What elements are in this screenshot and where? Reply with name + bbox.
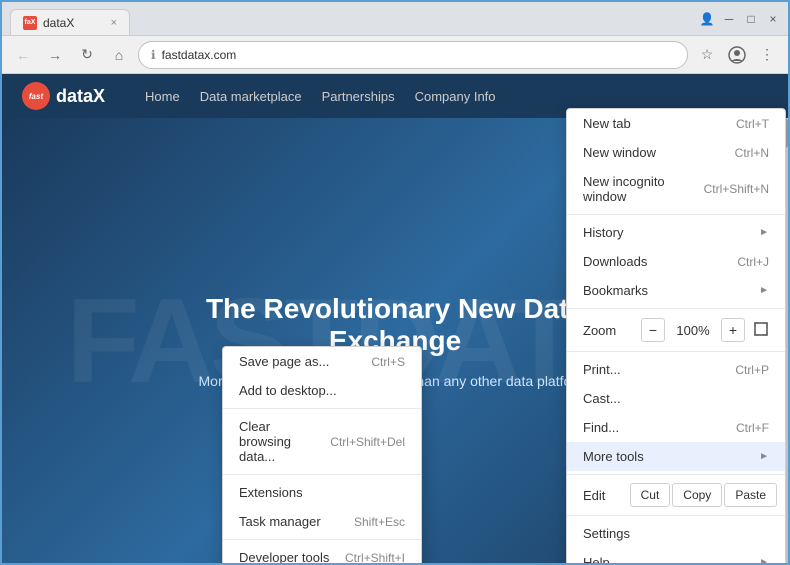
home-button[interactable]: ⌂ bbox=[106, 42, 132, 68]
nav-data-marketplace[interactable]: Data marketplace bbox=[200, 89, 302, 104]
sub-menu-divider-3 bbox=[223, 539, 421, 540]
menu-settings[interactable]: Settings bbox=[567, 519, 785, 548]
menu-divider-5 bbox=[567, 515, 785, 516]
nav-company-info[interactable]: Company Info bbox=[415, 89, 496, 104]
address-bar[interactable]: ℹ fastdatax.com bbox=[138, 41, 688, 69]
zoom-minus-button[interactable]: − bbox=[641, 318, 665, 342]
account-circle[interactable] bbox=[724, 42, 750, 68]
minimize-button[interactable]: ─ bbox=[722, 12, 736, 26]
chrome-menu-button[interactable]: ⋮ bbox=[754, 42, 780, 68]
tab-title: dataX bbox=[43, 16, 74, 30]
toolbar-right: ☆ ⋮ bbox=[694, 42, 780, 68]
reload-button[interactable]: ↻ bbox=[74, 42, 100, 68]
submenu-save-page[interactable]: Save page as... Ctrl+S bbox=[223, 347, 421, 376]
sub-menu-divider-2 bbox=[223, 474, 421, 475]
logo-text: dataX bbox=[56, 86, 105, 107]
menu-find[interactable]: Find... Ctrl+F bbox=[567, 413, 785, 442]
nav-partnerships[interactable]: Partnerships bbox=[322, 89, 395, 104]
lock-icon: ℹ bbox=[151, 48, 156, 62]
maximize-button[interactable]: □ bbox=[744, 12, 758, 26]
menu-new-window[interactable]: New window Ctrl+N bbox=[567, 138, 785, 167]
menu-new-tab[interactable]: New tab Ctrl+T bbox=[567, 109, 785, 138]
zoom-plus-button[interactable]: + bbox=[721, 318, 745, 342]
copy-button[interactable]: Copy bbox=[672, 483, 722, 507]
sub-menu-divider-1 bbox=[223, 408, 421, 409]
forward-button[interactable]: → bbox=[42, 42, 68, 68]
menu-downloads[interactable]: Downloads Ctrl+J bbox=[567, 247, 785, 276]
more-tools-submenu[interactable]: Save page as... Ctrl+S Add to desktop...… bbox=[222, 346, 422, 563]
title-bar: faX dataX × 👤 ─ □ × bbox=[2, 2, 788, 36]
submenu-developer-tools[interactable]: Developer tools Ctrl+Shift+I bbox=[223, 543, 421, 563]
menu-edit-row: Edit Cut Copy Paste bbox=[567, 478, 785, 512]
website-content: fast dataX Home Data marketplace Partner… bbox=[2, 74, 788, 563]
nav-home[interactable]: Home bbox=[145, 89, 180, 104]
zoom-value: 100% bbox=[673, 323, 713, 338]
account-icon[interactable]: 👤 bbox=[700, 12, 714, 26]
browser-window: faX dataX × 👤 ─ □ × ← → ↻ ⌂ ℹ fastdatax.… bbox=[0, 0, 790, 565]
close-button[interactable]: × bbox=[766, 12, 780, 26]
browser-toolbar: ← → ↻ ⌂ ℹ fastdatax.com ☆ ⋮ bbox=[2, 36, 788, 74]
menu-zoom-row: Zoom − 100% + bbox=[567, 312, 785, 348]
menu-print[interactable]: Print... Ctrl+P bbox=[567, 355, 785, 384]
menu-cast[interactable]: Cast... bbox=[567, 384, 785, 413]
menu-help[interactable]: Help ► bbox=[567, 548, 785, 563]
menu-bookmarks[interactable]: Bookmarks ► bbox=[567, 276, 785, 305]
nav-links: Home Data marketplace Partnerships Compa… bbox=[145, 89, 496, 104]
paste-button[interactable]: Paste bbox=[724, 483, 777, 507]
submenu-clear-browsing[interactable]: Clear browsing data... Ctrl+Shift+Del bbox=[223, 412, 421, 471]
submenu-add-to-desktop[interactable]: Add to desktop... bbox=[223, 376, 421, 405]
tab-area: faX dataX × bbox=[10, 2, 694, 35]
zoom-fullscreen-button[interactable] bbox=[753, 321, 769, 340]
menu-divider-3 bbox=[567, 351, 785, 352]
tab-close-button[interactable]: × bbox=[111, 17, 117, 29]
menu-divider-4 bbox=[567, 474, 785, 475]
cut-button[interactable]: Cut bbox=[630, 483, 671, 507]
submenu-extensions[interactable]: Extensions bbox=[223, 478, 421, 507]
menu-new-incognito[interactable]: New incognito window Ctrl+Shift+N bbox=[567, 167, 785, 211]
tab-favicon: faX bbox=[23, 16, 37, 30]
bookmark-button[interactable]: ☆ bbox=[694, 42, 720, 68]
menu-divider-2 bbox=[567, 308, 785, 309]
menu-more-tools[interactable]: More tools ► bbox=[567, 442, 785, 471]
menu-divider-1 bbox=[567, 214, 785, 215]
site-logo: fast dataX bbox=[22, 82, 105, 110]
logo-icon: fast bbox=[22, 82, 50, 110]
window-controls: 👤 ─ □ × bbox=[700, 12, 780, 26]
browser-tab[interactable]: faX dataX × bbox=[10, 9, 130, 35]
menu-history[interactable]: History ► bbox=[567, 218, 785, 247]
submenu-task-manager[interactable]: Task manager Shift+Esc bbox=[223, 507, 421, 536]
back-button[interactable]: ← bbox=[10, 42, 36, 68]
address-text: fastdatax.com bbox=[162, 48, 675, 62]
chrome-dropdown-menu[interactable]: New tab Ctrl+T New window Ctrl+N New inc… bbox=[566, 108, 786, 563]
